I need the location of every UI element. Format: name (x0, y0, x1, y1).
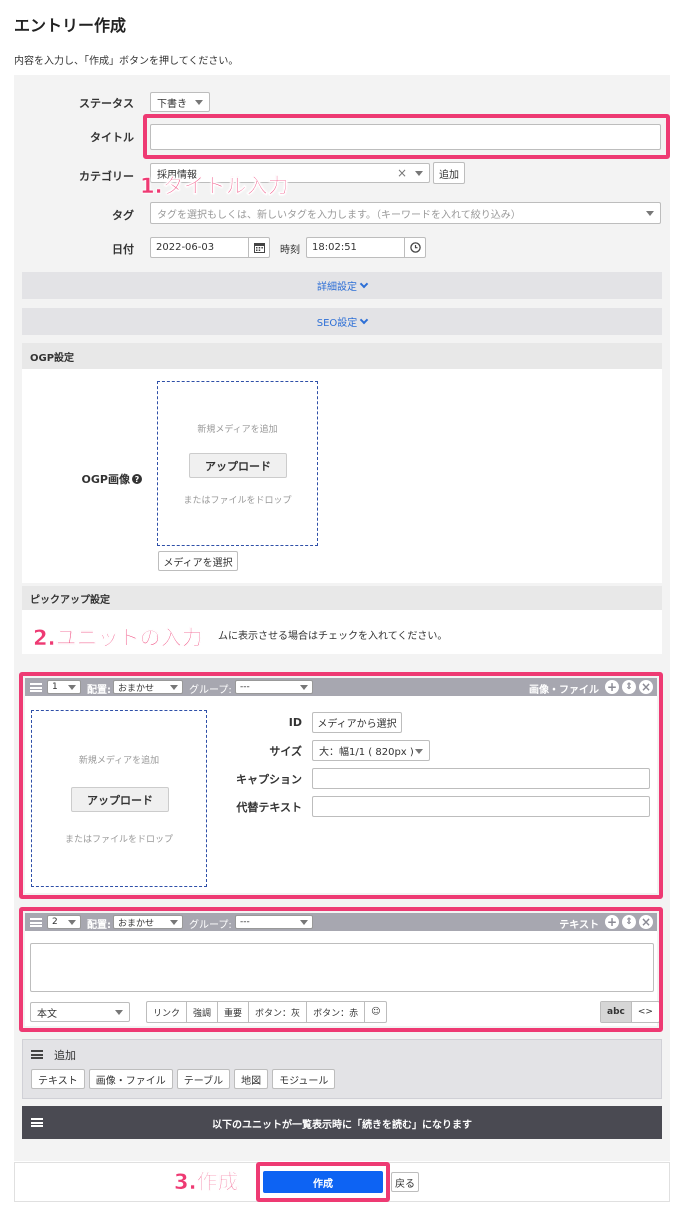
tag-input[interactable]: タグを選択もしくは、新しいタグを入力します。（キーワードを入れて絞り込み） (150, 202, 661, 224)
dropzone-or-drop: またはファイルをドロップ (183, 496, 292, 506)
back-button[interactable]: 戻る (391, 1172, 419, 1192)
detail-settings-toggle[interactable]: 詳細設定 (22, 272, 662, 299)
clear-icon[interactable]: × (397, 166, 407, 180)
chevron-down-icon (359, 279, 369, 288)
ogp-image-label: OGP画像 ? (40, 471, 142, 487)
category-add-button[interactable]: 追加 (433, 162, 465, 184)
chevron-down-icon (415, 171, 423, 176)
pickup-description: ムに表示させる場合はチェックを入れてください。 (218, 631, 448, 642)
status-label: ステータス (79, 97, 134, 110)
help-icon[interactable]: ? (132, 474, 142, 484)
annotation-step1: 1.タイトル入力 (140, 174, 289, 199)
annotation-step2: 2.ユニットの入力 (33, 626, 203, 651)
page-description: 内容を入力し、「作成」ボタンを押してください。 (14, 56, 239, 67)
detail-settings-label: 詳細設定 (317, 282, 357, 293)
menu-icon (31, 1050, 43, 1059)
highlight-unit2 (19, 907, 663, 1032)
chevron-down-icon (195, 100, 203, 105)
time-label: 時刻 (280, 245, 300, 256)
add-unit-title: 追加 (54, 1049, 76, 1062)
highlight-title (143, 114, 670, 159)
status-select[interactable]: 下書き (150, 92, 210, 112)
chevron-down-icon (646, 211, 654, 216)
highlight-unit1 (19, 672, 663, 899)
seo-settings-toggle[interactable]: SEO設定 (22, 308, 662, 335)
clock-icon[interactable] (404, 237, 426, 258)
seo-settings-label: SEO設定 (316, 318, 358, 329)
add-unit-buttons: テキスト 画像・ファイル テーブル 地図 モジュール (31, 1069, 336, 1089)
date-value: 2022-06-03 (156, 242, 215, 253)
tag-label: タグ (112, 209, 134, 222)
status-value: 下書き (157, 98, 187, 110)
tag-placeholder: タグを選択もしくは、新しいタグを入力します。（キーワードを入れて絞り込み） (157, 209, 521, 221)
ogp-image-dropzone[interactable]: 新規メディアを追加 アップロード またはファイルをドロップ (157, 381, 318, 546)
date-label: 日付 (112, 243, 134, 256)
ogp-section-header: OGP設定 (22, 343, 662, 369)
title-label: タイトル (90, 131, 134, 144)
category-label: カテゴリー (79, 170, 134, 183)
add-map-button[interactable]: 地図 (234, 1069, 269, 1089)
select-media-button[interactable]: メディアを選択 (158, 551, 238, 571)
add-table-button[interactable]: テーブル (176, 1069, 231, 1089)
dropzone-new-media: 新規メディアを追加 (197, 425, 278, 435)
upload-button[interactable]: アップロード (189, 453, 287, 478)
add-text-button[interactable]: テキスト (31, 1069, 85, 1089)
time-value: 18:02:51 (312, 242, 357, 253)
pickup-section-header: ピックアップ設定 (22, 586, 662, 610)
add-module-button[interactable]: モジュール (272, 1069, 336, 1089)
read-more-text: 以下のユニットが一覧表示時に「続きを読む」になります (212, 1120, 472, 1131)
highlight-create (256, 1162, 390, 1202)
calendar-icon[interactable] (248, 237, 270, 258)
page-title: エントリー作成 (14, 16, 127, 35)
chevron-down-icon (360, 315, 369, 324)
annotation-step3: 3.作成 (174, 1170, 239, 1195)
add-image-file-button[interactable]: 画像・ファイル (88, 1069, 173, 1089)
